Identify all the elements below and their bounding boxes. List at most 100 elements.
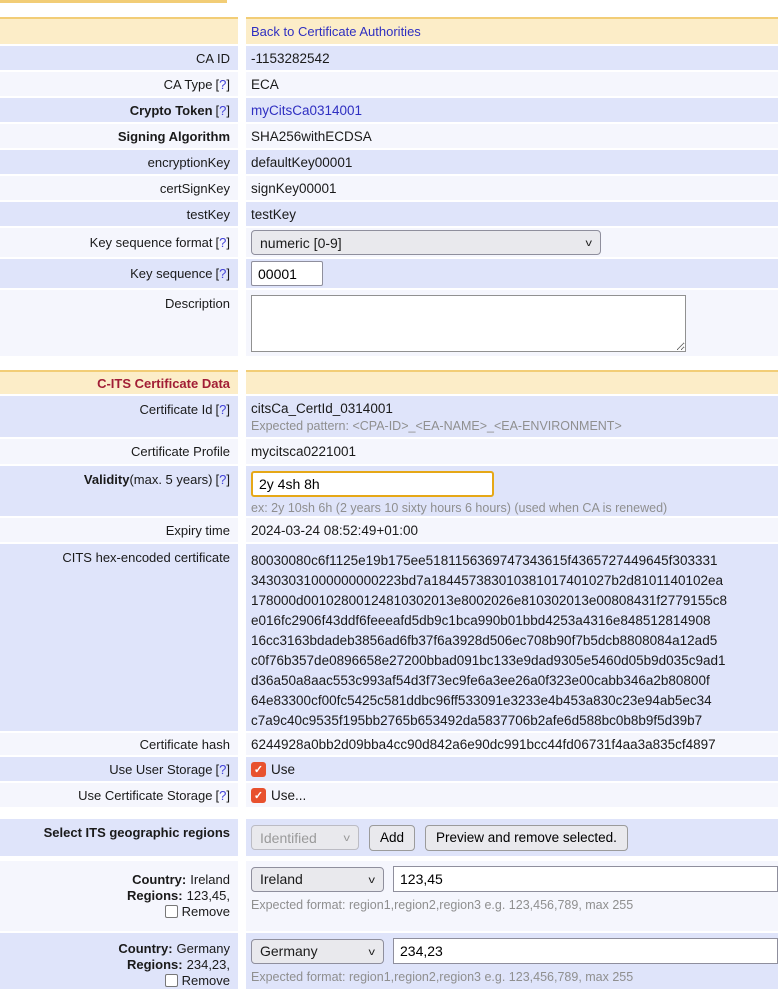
- test-key-value: testKey: [251, 207, 296, 222]
- help-badge: [?]: [216, 402, 230, 417]
- signing-algorithm-label: Signing Algorithm: [118, 129, 230, 144]
- use-user-storage-label: Use User Storage: [109, 762, 212, 777]
- ca-id-value: -1153282542: [251, 51, 330, 66]
- expiry-time-label: Expiry time: [166, 523, 230, 538]
- cert-sign-key-value: signKey00001: [251, 181, 337, 196]
- chevron-down-icon: v: [586, 237, 593, 247]
- crypto-token-link[interactable]: myCitsCa0314001: [251, 103, 362, 118]
- certificate-id-value: citsCa_CertId_0314001: [251, 401, 393, 416]
- country-value: Germany: [177, 941, 230, 956]
- encryption-key-value: defaultKey00001: [251, 155, 352, 170]
- certificate-id-label: Certificate Id: [140, 402, 213, 417]
- chevron-down-icon: v: [369, 946, 376, 956]
- preview-remove-button[interactable]: Preview and remove selected.: [425, 825, 628, 851]
- row-region-ireland: Country: Ireland Regions: 123,45, Remove I…: [0, 861, 778, 931]
- row-cert-sign-key: certSignKey signKey00001: [0, 176, 778, 200]
- row-expiry-time: Expiry time 2024-03-24 08:52:49+01:00: [0, 518, 778, 542]
- country-select[interactable]: Germany v: [251, 939, 384, 964]
- table-top-strip: [0, 0, 227, 3]
- help-badge: [?]: [216, 235, 230, 250]
- help-badge: [?]: [216, 77, 230, 92]
- regions-format-hint: Expected format: region1,region2,region3…: [251, 898, 633, 912]
- regions-value: 123,45,: [187, 888, 230, 903]
- section-cits-band: C-ITS Certificate Data: [0, 370, 778, 394]
- remove-region-checkbox[interactable]: [165, 905, 178, 918]
- checkmark-icon: ✓: [254, 763, 263, 776]
- ca-type-label: CA Type: [164, 77, 213, 92]
- key-sequence-label: Key sequence: [130, 266, 212, 281]
- certificate-id-hint: Expected pattern: <CPA-ID>_<EA-NAME>_<EA…: [251, 419, 622, 433]
- help-badge: [?]: [216, 103, 230, 118]
- row-certificate-profile: Certificate Profile mycitsca0221001: [0, 439, 778, 464]
- use-certificate-storage-checkbox[interactable]: ✓: [251, 788, 266, 803]
- certificate-profile-value: mycitsca0221001: [251, 444, 356, 459]
- crypto-token-label: Crypto Token: [130, 103, 213, 118]
- ca-type-value: ECA: [251, 77, 279, 92]
- signing-algorithm-value: SHA256withECDSA: [251, 129, 372, 144]
- validity-label: Validity: [84, 472, 130, 487]
- use-user-storage-checkbox[interactable]: ✓: [251, 762, 266, 777]
- checkmark-icon: ✓: [254, 789, 263, 802]
- key-sequence-format-select[interactable]: numeric [0-9] v: [251, 230, 601, 255]
- geo-regions-label: Select ITS geographic regions: [44, 825, 230, 840]
- row-signing-algorithm: Signing Algorithm SHA256withECDSA: [0, 124, 778, 148]
- regions-input[interactable]: [393, 866, 778, 892]
- expiry-time-value: 2024-03-24 08:52:49+01:00: [251, 523, 418, 538]
- chevron-down-icon: v: [344, 832, 351, 842]
- cert-sign-key-label: certSignKey: [160, 181, 230, 196]
- certificate-profile-label: Certificate Profile: [131, 444, 230, 459]
- use-certificate-storage-checkbox-label: Use...: [271, 788, 306, 803]
- country-label: Country:: [118, 941, 172, 956]
- regions-label: Regions:: [127, 957, 183, 972]
- row-key-sequence: Key sequence [?]: [0, 259, 778, 288]
- country-select[interactable]: Ireland v: [251, 867, 384, 892]
- regions-value: 234,23,: [187, 957, 230, 972]
- row-encryption-key: encryptionKey defaultKey00001: [0, 150, 778, 174]
- ca-id-label: CA ID: [196, 51, 230, 66]
- row-key-sequence-format: Key sequence format [?] numeric [0-9] v: [0, 228, 778, 257]
- regions-label: Regions:: [127, 888, 183, 903]
- ca-edit-page: Back to Certificate Authorities CA ID -1…: [0, 0, 778, 989]
- use-user-storage-checkbox-label: Use: [271, 762, 295, 777]
- remove-region-checkbox[interactable]: [165, 974, 178, 987]
- description-label: Description: [165, 296, 230, 311]
- back-to-certificate-authorities-link[interactable]: Back to Certificate Authorities: [251, 24, 421, 39]
- cits-hex-value: 80030080c6f1125e19b175ee5181156369747343…: [251, 549, 727, 731]
- help-badge: [?]: [216, 266, 230, 281]
- country-value: Ireland: [190, 872, 230, 887]
- row-validity: Validity(max. 5 years) [?] ex: 2y 10sh 6…: [0, 466, 778, 516]
- row-cits-hex-certificate: CITS hex-encoded certificate 80030080c6f…: [0, 544, 778, 731]
- remove-label: Remove: [182, 904, 230, 919]
- row-certificate-hash: Certificate hash 6244928a0bb2d09bba4cc90…: [0, 733, 778, 755]
- row-description: Description: [0, 290, 778, 356]
- add-region-button[interactable]: Add: [369, 825, 415, 851]
- row-ca-type: CA Type [?] ECA: [0, 72, 778, 96]
- regions-input[interactable]: [393, 938, 778, 964]
- remove-label: Remove: [182, 973, 230, 988]
- help-badge: [?]: [216, 788, 230, 803]
- geo-region-select[interactable]: Identified v: [251, 825, 359, 850]
- encryption-key-label: encryptionKey: [148, 155, 230, 170]
- row-ca-id: CA ID -1153282542: [0, 46, 778, 70]
- validity-hint: ex: 2y 10sh 6h (2 years 10 sixty hours 6…: [251, 501, 667, 515]
- certificate-hash-label: Certificate hash: [140, 737, 230, 752]
- row-use-certificate-storage: Use Certificate Storage [?] ✓ Use...: [0, 783, 778, 807]
- cits-hex-label: CITS hex-encoded certificate: [62, 550, 230, 565]
- regions-format-hint: Expected format: region1,region2,region3…: [251, 970, 633, 984]
- key-sequence-format-label: Key sequence format: [90, 235, 213, 250]
- key-sequence-input[interactable]: [251, 261, 323, 286]
- chevron-down-icon: v: [369, 874, 376, 884]
- row-crypto-token: Crypto Token [?] myCitsCa0314001: [0, 98, 778, 122]
- country-label: Country:: [132, 872, 186, 887]
- row-region-germany: Country: Germany Regions: 234,23, Remove G…: [0, 933, 778, 989]
- help-badge: [?]: [216, 762, 230, 777]
- test-key-label: testKey: [187, 207, 230, 222]
- description-textarea[interactable]: [251, 295, 686, 352]
- certificate-hash-value: 6244928a0bb2d09bba4cc90d842a6e90dc991bcc…: [251, 737, 716, 752]
- row-certificate-id: Certificate Id [?] citsCa_CertId_0314001…: [0, 396, 778, 437]
- row-geo-regions: Select ITS geographic regions Identified…: [0, 819, 778, 856]
- row-use-user-storage: Use User Storage [?] ✓ Use: [0, 757, 778, 781]
- section-cits-title: C-ITS Certificate Data: [97, 376, 230, 391]
- validity-input[interactable]: [251, 471, 494, 497]
- row-test-key: testKey testKey: [0, 202, 778, 226]
